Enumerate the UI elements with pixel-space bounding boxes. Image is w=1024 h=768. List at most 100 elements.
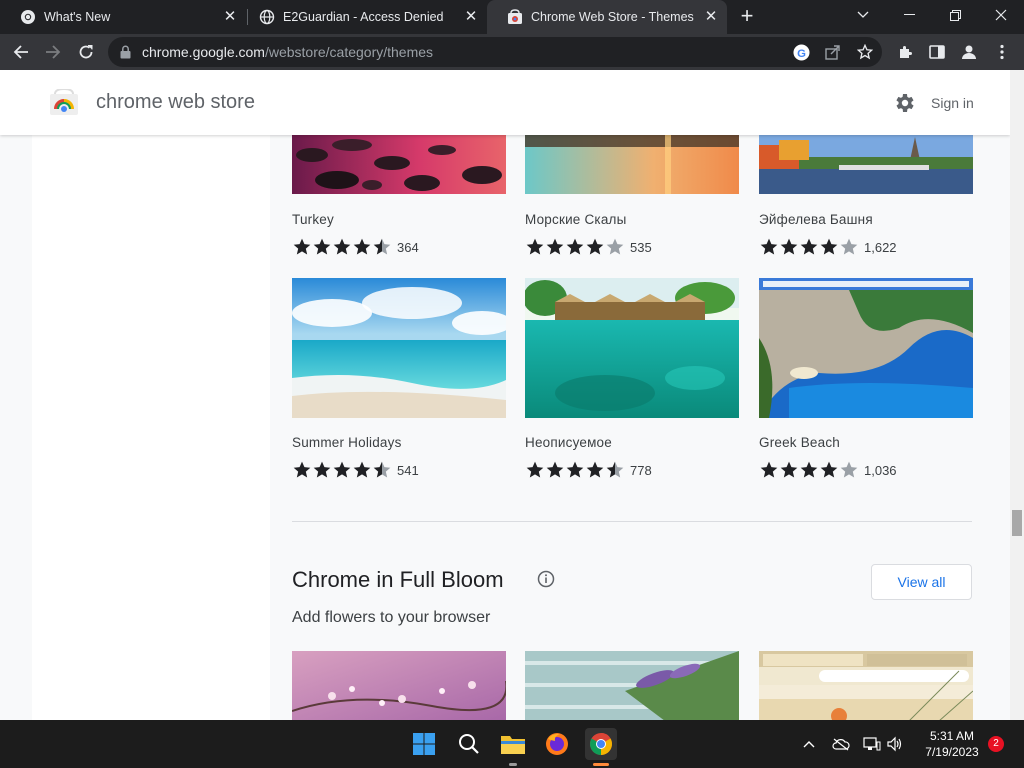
theme-thumbnail[interactable] (525, 278, 739, 418)
sign-in-link[interactable]: Sign in (931, 95, 974, 111)
star-icon (353, 461, 371, 478)
theme-card-bloom-1[interactable] (292, 651, 506, 720)
menu-button[interactable] (990, 40, 1014, 64)
chrome-icon (21, 10, 35, 24)
close-tab-icon[interactable]: ✕ (222, 9, 238, 25)
page-viewport: chrome web store Sign in Turkey 364 Морс… (0, 70, 1010, 720)
star-icon (606, 461, 624, 478)
firefox-button[interactable] (543, 730, 571, 758)
tab-chrome-web-store[interactable]: Chrome Web Store - Themes ✕ (487, 0, 727, 34)
chrome-taskbar-button[interactable] (585, 728, 617, 760)
share-icon[interactable] (824, 43, 842, 61)
tab-whats-new[interactable]: What's New ✕ (0, 0, 246, 34)
start-button[interactable] (410, 730, 438, 758)
web-store-icon (508, 9, 522, 24)
star-icon (526, 461, 544, 478)
theme-thumbnail[interactable] (759, 651, 973, 720)
volume-icon[interactable] (886, 735, 904, 753)
lock-icon[interactable] (120, 45, 131, 59)
close-tab-icon[interactable]: ✕ (463, 9, 479, 25)
rating-count: 1,622 (864, 239, 897, 255)
star-icon (313, 461, 331, 478)
notification-badge[interactable]: 2 (988, 736, 1004, 752)
url-path: /webstore/category/themes (264, 44, 434, 60)
theme-card-indescribable[interactable]: Неописуемое 778 (525, 278, 739, 478)
star-rating: 778 (525, 460, 652, 480)
theme-card-eiffel-tower[interactable]: Эйфелева Башня 1,622 (759, 135, 973, 265)
theme-name[interactable]: Summer Holidays (292, 435, 402, 450)
close-window-button[interactable] (978, 0, 1024, 30)
network-icon[interactable] (863, 735, 881, 753)
theme-name[interactable]: Морские Скалы (525, 212, 627, 227)
star-icon (333, 238, 351, 255)
windows-logo-icon (413, 733, 435, 755)
theme-thumbnail[interactable] (759, 278, 973, 418)
theme-card-summer-holidays[interactable]: Summer Holidays 541 (292, 278, 506, 478)
theme-thumbnail[interactable] (292, 135, 506, 194)
tab-title: Chrome Web Store - Themes (531, 10, 694, 24)
google-icon[interactable]: G (792, 43, 810, 61)
star-icon (780, 238, 798, 255)
back-button[interactable] (9, 40, 33, 64)
tab-search-icon[interactable] (840, 0, 886, 30)
url-text[interactable]: chrome.google.com/webstore/category/them… (142, 44, 433, 60)
section-title: Chrome in Full Bloom (292, 567, 504, 592)
view-all-button[interactable]: View all (871, 564, 972, 600)
store-title[interactable]: chrome web store (96, 91, 255, 114)
theme-card-turkey[interactable]: Turkey 364 (292, 135, 506, 265)
profile-button[interactable] (957, 40, 981, 64)
browser-toolbar: chrome.google.com/webstore/category/them… (0, 34, 1024, 70)
theme-thumbnail[interactable] (525, 135, 739, 194)
info-icon[interactable] (537, 570, 555, 588)
page-scrollbar[interactable] (1010, 70, 1024, 720)
theme-card-bloom-2[interactable] (525, 651, 739, 720)
chrome-web-store-logo[interactable] (50, 89, 78, 115)
system-clock[interactable]: 5:31 AM 7/19/2023 (920, 728, 984, 760)
rating-count: 535 (630, 239, 652, 255)
star-icon (840, 461, 858, 478)
show-hidden-icons-button[interactable] (800, 735, 818, 753)
tab-title: E2Guardian - Access Denied (283, 10, 444, 24)
store-header: chrome web store Sign in (0, 70, 1010, 135)
bookmark-star-icon[interactable] (856, 43, 874, 61)
tab-e2guardian[interactable]: E2Guardian - Access Denied ✕ (239, 0, 487, 34)
onedrive-icon[interactable] (832, 735, 850, 753)
tab-strip: What's New ✕ E2Guardian - Access Denied … (0, 0, 1024, 34)
theme-thumbnail[interactable] (525, 651, 739, 720)
new-tab-button[interactable]: + (735, 5, 759, 29)
star-rating: 1,036 (759, 460, 897, 480)
reload-button[interactable] (74, 40, 98, 64)
star-rating: 535 (525, 237, 652, 257)
search-button[interactable] (455, 730, 483, 758)
category-sidebar (32, 135, 270, 720)
scrollbar-thumb[interactable] (1012, 510, 1022, 536)
star-icon (333, 461, 351, 478)
theme-thumbnail[interactable] (292, 278, 506, 418)
theme-card-greek-beach[interactable]: Greek Beach 1,036 (759, 278, 973, 478)
extensions-button[interactable] (893, 40, 917, 64)
settings-gear-icon[interactable] (892, 91, 916, 115)
close-tab-icon[interactable]: ✕ (703, 9, 719, 25)
back-arrow-icon (13, 45, 28, 59)
side-panel-button[interactable] (925, 40, 949, 64)
active-indicator (593, 763, 609, 766)
star-icon (586, 238, 604, 255)
theme-thumbnail[interactable] (292, 651, 506, 720)
address-bar[interactable]: chrome.google.com/webstore/category/them… (108, 37, 882, 67)
star-icon (546, 461, 564, 478)
folder-icon (501, 736, 525, 754)
restore-button[interactable] (932, 0, 978, 30)
tab-title: What's New (44, 10, 111, 24)
side-panel-icon (929, 45, 945, 59)
forward-button[interactable] (41, 40, 65, 64)
theme-name[interactable]: Эйфелева Башня (759, 212, 873, 227)
theme-name[interactable]: Неописуемое (525, 435, 612, 450)
theme-card-sea-rocks[interactable]: Морские Скалы 535 (525, 135, 739, 265)
theme-card-bloom-3[interactable] (759, 651, 973, 720)
theme-thumbnail[interactable] (759, 135, 973, 194)
minimize-button[interactable] (886, 0, 932, 30)
theme-name[interactable]: Greek Beach (759, 435, 840, 450)
file-explorer-button[interactable] (499, 730, 527, 758)
puzzle-icon (900, 46, 912, 58)
theme-name[interactable]: Turkey (292, 212, 334, 227)
